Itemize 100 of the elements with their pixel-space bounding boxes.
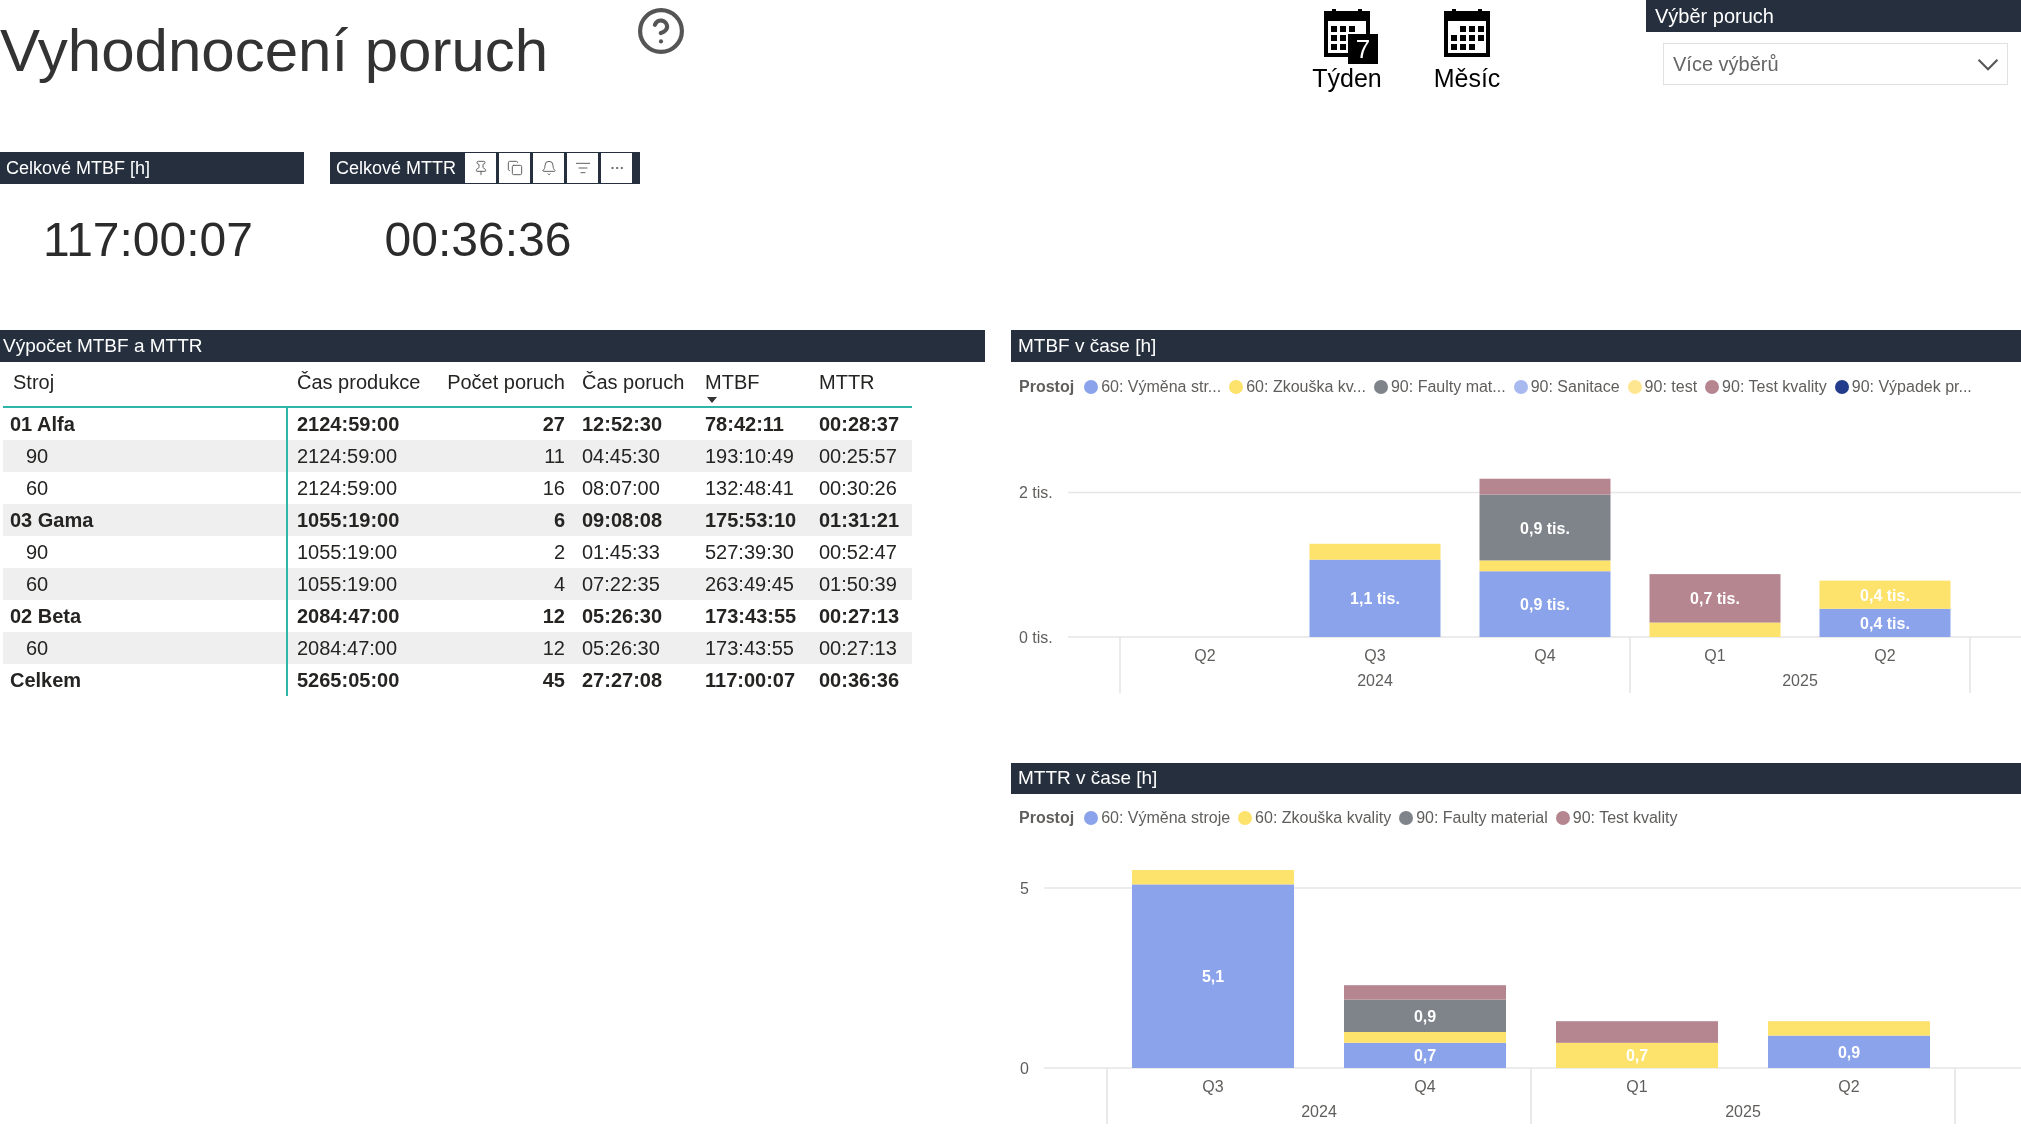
table-cell-text: 09:08:08 [581,508,664,533]
legend-label[interactable]: 60: Výměna str... [1101,375,1222,399]
table-cell-text: 173:43:55 [704,636,795,661]
table-cell-text: 1055:19:00 [296,572,399,597]
legend-label[interactable]: 90: Faulty mat... [1390,375,1506,399]
day-badge: 7 [1348,34,1378,64]
table-cell-text: 2084:47:00 [296,636,399,661]
table-cell-text: 12 [541,636,566,661]
data-label: 0,9 tis. [1520,519,1570,537]
legend-label[interactable]: 90: Sanitace [1530,375,1620,399]
axis-category-label: Q4 [1534,647,1556,664]
table-cell-text: 12:52:30 [581,412,664,437]
data-label: 1,1 tis. [1350,590,1400,608]
card-title: Celkové MTTR [335,156,456,180]
data-label: 5,1 [1201,968,1225,986]
axis-category-label: Q2 [1194,647,1216,664]
column-header[interactable]: Stroj [13,370,55,394]
table-cell-text: 173:43:55 [704,604,798,629]
calendar-icon [1444,9,1490,57]
axis-tick-label: 0 [1020,1060,1029,1077]
table-cell-text: 11 [543,444,566,469]
axis-group-label: 2024 [1301,1103,1337,1120]
copy-icon [506,160,523,176]
legend-label[interactable]: 60: Zkouška kv... [1246,375,1366,399]
table-cell-text: 16 [541,476,566,501]
panel-title: MTTR v čase [h] [1017,766,1158,791]
axis-group-label: 2025 [1725,1103,1761,1120]
legend-label[interactable]: 90: Faulty material [1416,806,1548,830]
axis-category-label: Q2 [1838,1078,1860,1095]
kpi-value: 00:36:36 [384,216,572,264]
table-cell-text: 5265:05:00 [296,668,401,693]
axis-tick-label: 5 [1020,880,1029,897]
table-cell-text: 2084:47:00 [296,604,401,629]
copy-button[interactable] [499,153,530,183]
table-cell: 03 Gama [3,504,288,536]
table-cell: Celkem [3,664,288,696]
table-cell-text: 08:07:00 [581,476,661,501]
table-cell-text: 01:45:33 [581,540,661,565]
table-cell-text: 01:50:39 [818,572,898,597]
table-cell-text: 00:25:57 [818,444,898,469]
panel-title: Výpočet MTBF a MTTR [2,333,203,358]
axis-group-label: 2025 [1782,672,1818,689]
table-cell-text: 2124:59:00 [296,444,399,469]
legend-label[interactable]: 60: Zkouška kvality [1255,806,1392,830]
table-cell-text: 175:53:10 [704,508,798,533]
table-cell-text: 263:49:45 [704,572,795,597]
filter-button[interactable] [567,153,598,183]
axis-category-label: Q3 [1364,647,1386,664]
table-cell-text: 78:42:11 [704,412,785,437]
table-cell-text: 05:26:30 [581,636,661,661]
filter-icon [574,160,591,176]
data-label: 0,7 [1413,1047,1437,1065]
legend-label[interactable]: 90: Test kvality [1572,806,1678,830]
legend-title: Prostoj [1019,377,1075,397]
legend-label[interactable]: 90: Výpadek pr... [1851,375,1972,399]
column-header[interactable]: MTTR [819,370,875,394]
table-cell-text: 05:26:30 [581,604,664,629]
dropdown[interactable]: Více výběrů [1663,43,2008,85]
bell-icon [540,160,557,176]
table-cell: 60 [3,568,288,600]
panel-title: Výběr poruch [1654,4,1774,29]
table-cell-text: 2 [552,540,566,565]
data-label: 0,9 [1837,1043,1861,1061]
period-button[interactable]: 7 Týden [1309,0,1385,93]
chevron-down-icon [1977,57,1999,71]
bell-button[interactable] [533,153,564,183]
legend-label[interactable]: 60: Výměna stroje [1101,806,1231,830]
axis-group-label: 2024 [1357,672,1393,689]
table-cell-text: 00:36:36 [818,668,901,693]
table-cell-text: 12 [541,604,566,629]
page-title: Vyhodnocení poruch [0,16,549,85]
table-cell-text: 00:30:26 [818,476,898,501]
help-icon [638,8,684,54]
table-cell-text: 07:22:35 [581,572,661,597]
column-header[interactable]: Čas produkce [297,370,421,394]
column-header[interactable]: Počet poruch [447,370,565,394]
data-label: 0,9 [1413,1007,1437,1025]
axis-category-label: Q1 [1704,647,1726,664]
table-cell-text: 4 [552,572,566,597]
table-cell-text: 1055:19:00 [296,508,401,533]
axis-category-label: Q4 [1414,1078,1436,1095]
pin-button[interactable] [465,153,496,183]
data-label: 0,4 tis. [1860,614,1910,632]
table-cell-text: 00:27:13 [818,604,901,629]
data-label: 0,9 tis. [1520,596,1570,614]
table-cell-text: 04:45:30 [581,444,661,469]
legend-label[interactable]: 90: test [1644,375,1698,399]
data-label: 0,7 tis. [1690,590,1740,608]
data-label: 0,4 tis. [1860,586,1910,604]
period-button[interactable]: Měsíc [1429,0,1505,93]
axis-category-label: Q2 [1874,647,1896,664]
table-cell-text: 193:10:49 [704,444,795,469]
table-cell-text: 2124:59:00 [296,476,399,501]
help-button[interactable] [638,8,684,54]
axis-tick-label: 2 tis. [1019,484,1053,502]
axis-category-label: Q1 [1626,1078,1648,1095]
table-cell-text: 527:39:30 [704,540,795,565]
column-header[interactable]: Čas poruch [582,370,685,394]
legend-label[interactable]: 90: Test kvality [1722,375,1827,399]
column-header[interactable]: MTBF [705,370,760,394]
